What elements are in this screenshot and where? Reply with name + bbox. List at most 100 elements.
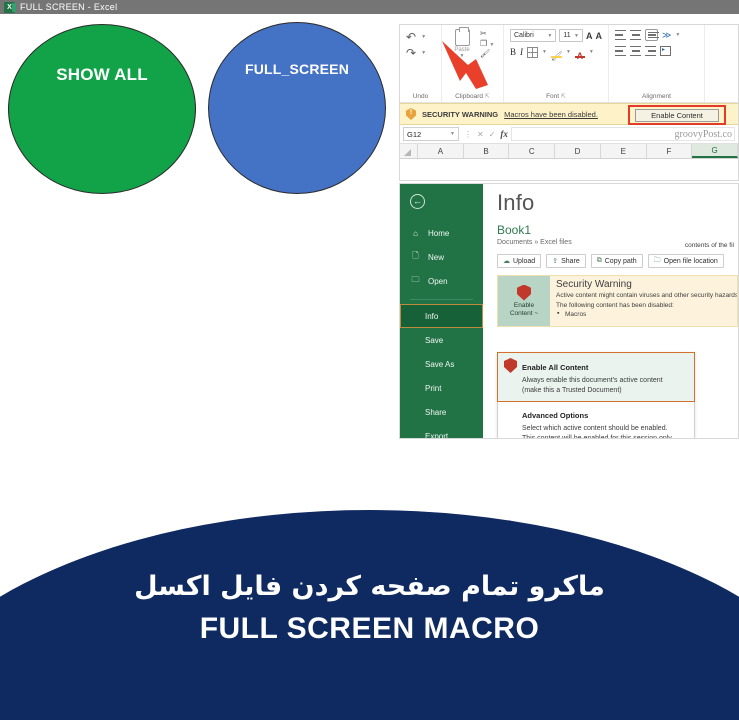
- increase-font-size-button[interactable]: A: [586, 31, 593, 41]
- menu-item-title: Enable All Content: [522, 363, 589, 372]
- obscured-text: contents of the fil: [684, 242, 734, 249]
- column-header-a[interactable]: A: [418, 144, 464, 158]
- formula-bar: G12 ▼ ⋮ ✕ ✓ fx groovyPost.co: [400, 125, 738, 144]
- sidebar-item-label: Open: [428, 276, 448, 286]
- ribbon-group-label-undo: Undo: [412, 93, 429, 100]
- security-warning-line1: Active content might contain viruses and…: [556, 292, 737, 299]
- select-all-corner[interactable]: [400, 144, 418, 158]
- open-file-location-button[interactable]: 🗀 Open file location: [647, 254, 724, 268]
- column-header-c[interactable]: C: [509, 144, 556, 158]
- sidebar-item-info[interactable]: Info: [400, 304, 483, 328]
- sidebar-item-label: Share: [425, 407, 447, 417]
- sidebar-item-label: Save As: [425, 359, 455, 369]
- column-header-b[interactable]: B: [464, 144, 510, 158]
- enable-content-dropdown-button[interactable]: Enable Content ~: [498, 276, 550, 326]
- warning-shield-icon: [406, 108, 416, 120]
- align-center-button[interactable]: [630, 46, 641, 56]
- full-screen-label: FULL_SCREEN: [244, 61, 350, 77]
- clipboard-dialog-launcher-icon[interactable]: ⇱: [485, 94, 490, 100]
- chevron-down-icon: ▼: [588, 49, 594, 55]
- paste-button[interactable]: Paste ▼: [448, 27, 476, 59]
- enable-content-button[interactable]: Enable Content: [635, 108, 719, 122]
- column-header-row: A B C D E F G: [400, 144, 738, 159]
- security-warning-heading: Security Warning: [556, 279, 632, 290]
- align-bottom-button[interactable]: [645, 29, 659, 41]
- ribbon-group-undo: ↶ ▼ ↷ ▼ Undo: [400, 25, 442, 102]
- cut-icon[interactable]: ✂: [480, 30, 494, 38]
- menu-item-line2: This content will be enabled for this se…: [522, 434, 673, 438]
- sidebar-item-label: Export: [425, 431, 449, 439]
- font-dialog-launcher-icon[interactable]: ⇱: [561, 94, 566, 100]
- show-all-circle[interactable]: SHOW ALL: [8, 24, 196, 194]
- insert-function-icon[interactable]: fx: [500, 129, 508, 139]
- sidebar-divider: [410, 299, 473, 300]
- sidebar-item-label: Print: [425, 383, 442, 393]
- page-title: Info: [497, 190, 535, 215]
- back-arrow-icon[interactable]: ←: [410, 194, 425, 209]
- backstage-sidebar: ← ⌂ Home 🗋 New 🗀 Open Info Save Save As: [400, 184, 483, 438]
- copy-icon[interactable]: ❐ ▼: [480, 40, 494, 48]
- name-box[interactable]: G12 ▼: [403, 127, 459, 141]
- full-screen-circle[interactable]: FULL_SCREEN: [208, 22, 386, 194]
- show-all-label: SHOW ALL: [56, 65, 148, 84]
- bottom-banner: ماکرو تمام صفحه کردن فایل اکسل FULL SCRE…: [0, 510, 739, 720]
- share-button[interactable]: ⇪ Share: [546, 254, 586, 268]
- undo-button[interactable]: ↶ ▼: [406, 29, 435, 45]
- menu-item-enable-all-content[interactable]: Enable All Content Always enable this do…: [497, 352, 695, 402]
- sidebar-item-share[interactable]: Share: [400, 400, 483, 424]
- orientation-icon[interactable]: ≫: [662, 30, 671, 41]
- decrease-font-size-button[interactable]: A: [596, 31, 603, 41]
- sidebar-item-save-as[interactable]: Save As: [400, 352, 483, 376]
- fill-color-icon[interactable]: 🖌: [550, 46, 562, 61]
- chevron-down-icon: ▼: [542, 49, 547, 55]
- menu-item-title: Advanced Options: [522, 410, 589, 420]
- ribbon-group-label-clipboard: Clipboard ⇱: [455, 93, 490, 100]
- undo-icon: ↶: [406, 30, 417, 44]
- sidebar-item-save[interactable]: Save: [400, 328, 483, 352]
- redo-button[interactable]: ↷ ▼: [406, 45, 435, 61]
- sidebar-item-home[interactable]: ⌂ Home: [400, 221, 483, 245]
- menu-item-advanced-options[interactable]: Advanced Options Select which active con…: [498, 401, 694, 438]
- security-warning-panel: Enable Content ~ Security Warning Active…: [497, 275, 738, 327]
- font-color-icon[interactable]: A: [574, 46, 585, 61]
- font-name-select[interactable]: Calibri ▼: [510, 29, 557, 42]
- folder-open-icon: 🗀: [653, 256, 661, 264]
- sidebar-item-open[interactable]: 🗀 Open: [400, 269, 483, 293]
- window-title: FULL SCREEN - Excel: [20, 2, 118, 12]
- borders-icon[interactable]: [527, 46, 539, 58]
- open-folder-icon: 🗀: [411, 275, 420, 284]
- sidebar-item-label: New: [428, 252, 445, 262]
- redo-icon: ↷: [406, 46, 417, 60]
- upload-button[interactable]: ☁ Upload: [497, 254, 542, 268]
- chevron-down-icon: ▼: [421, 34, 427, 40]
- align-top-button[interactable]: [615, 30, 626, 40]
- column-header-d[interactable]: D: [555, 144, 601, 158]
- bold-button[interactable]: B: [510, 47, 516, 57]
- column-header-f[interactable]: F: [647, 144, 693, 158]
- formula-input[interactable]: groovyPost.co: [510, 127, 735, 141]
- italic-button[interactable]: I: [520, 47, 523, 57]
- increase-indent-button[interactable]: [660, 46, 671, 56]
- align-left-button[interactable]: [615, 46, 626, 56]
- cancel-entry-icon[interactable]: ✕: [477, 130, 484, 139]
- more-options-icon[interactable]: ⋮: [464, 130, 472, 139]
- sidebar-item-print[interactable]: Print: [400, 376, 483, 400]
- chevron-down-icon: ▼: [574, 32, 579, 39]
- format-painter-icon[interactable]: 🖌: [480, 50, 494, 58]
- sidebar-item-export[interactable]: Export: [400, 424, 483, 439]
- column-header-g[interactable]: G: [692, 144, 738, 158]
- copy-path-button[interactable]: ⧉ Copy path: [590, 254, 643, 268]
- align-middle-button[interactable]: [630, 30, 641, 40]
- copy-path-icon: ⧉: [596, 257, 602, 264]
- ribbon-group-alignment: ≫ ▼ Alignment: [609, 25, 705, 102]
- column-header-e[interactable]: E: [601, 144, 647, 158]
- font-size-select[interactable]: 11 ▼: [559, 29, 583, 42]
- accept-entry-icon[interactable]: ✓: [489, 130, 496, 139]
- sidebar-item-new[interactable]: 🗋 New: [400, 245, 483, 269]
- enable-content-label-line2: Content ~: [509, 310, 539, 317]
- chevron-down-icon: ▼: [421, 50, 427, 56]
- align-right-button[interactable]: [645, 46, 656, 56]
- window-titlebar: FULL SCREEN - Excel: [0, 0, 739, 14]
- sidebar-item-label: Home: [428, 228, 450, 238]
- shield-icon: [504, 358, 517, 373]
